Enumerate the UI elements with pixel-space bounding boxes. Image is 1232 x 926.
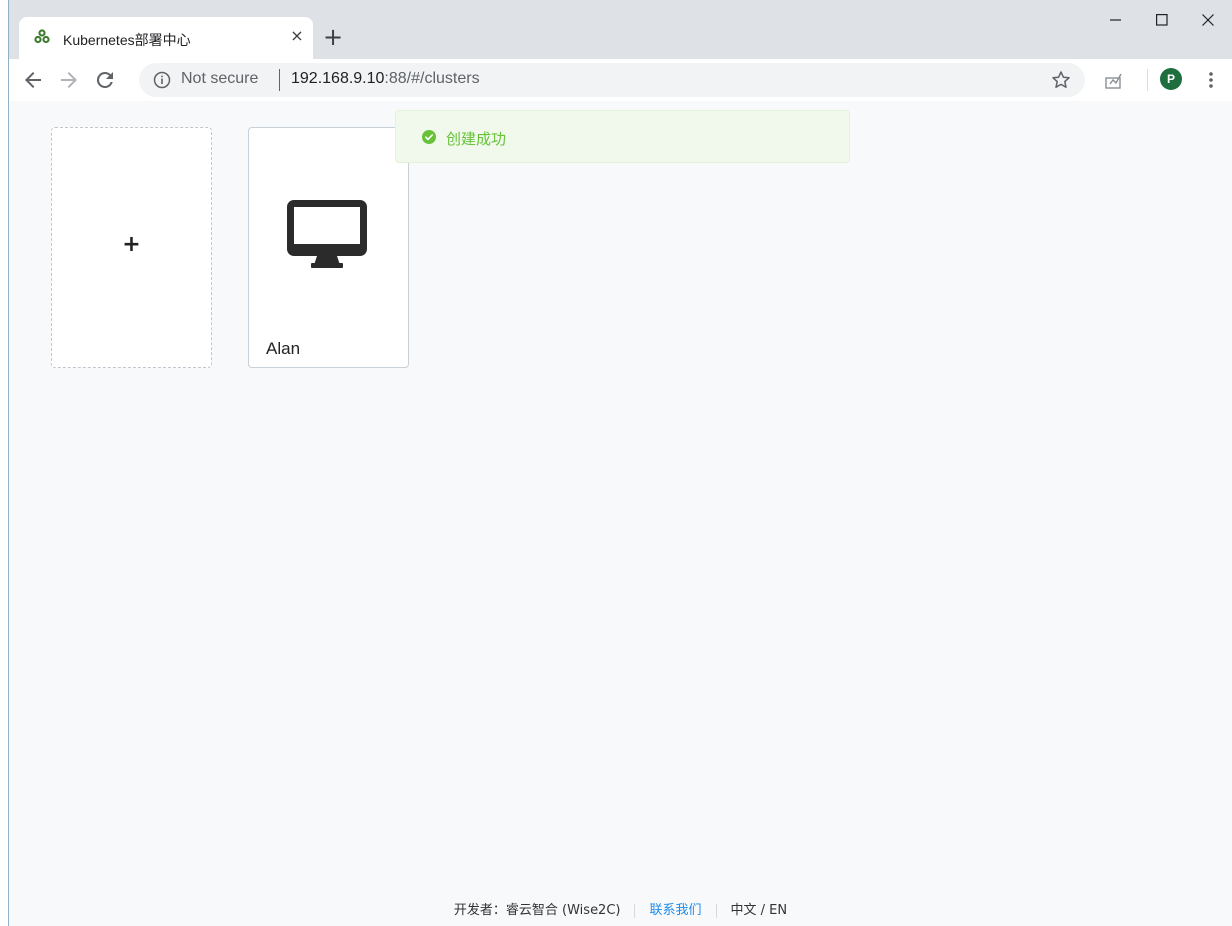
new-tab-button[interactable]: + [321, 25, 345, 50]
reload-icon[interactable] [93, 68, 117, 92]
language-switch[interactable]: 中文 / EN [731, 903, 788, 918]
page-content: + Alan 创建成功 开发者：睿云智合 (Wise2C) 联系我们 中文 / EN [9, 101, 1232, 926]
info-icon[interactable] [153, 71, 171, 89]
browser-tab[interactable]: Kubernetes部署中心 × [19, 17, 313, 59]
profile-avatar[interactable]: P [1160, 68, 1182, 90]
toast-message: 创建成功 [446, 130, 507, 148]
maximize-button[interactable] [1140, 0, 1186, 40]
monitor-icon [287, 200, 367, 268]
minimize-button[interactable] [1094, 0, 1140, 40]
omnibox-divider [279, 69, 280, 91]
footer-developer: 开发者：睿云智合 (Wise2C) [453, 903, 621, 918]
cluster-name: Alan [266, 339, 301, 358]
tab-title: Kubernetes部署中心 [63, 32, 191, 48]
tab-strip: Kubernetes部署中心 × + [9, 0, 1232, 59]
kubernetes-favicon-icon [34, 29, 50, 44]
close-window-button[interactable] [1186, 0, 1232, 40]
desktop-edge [0, 0, 8, 926]
tab-close-icon[interactable]: × [287, 26, 307, 46]
success-toast: 创建成功 [395, 110, 850, 163]
maximize-icon [1156, 14, 1168, 26]
url-path: :88/#/clusters [384, 70, 480, 87]
bookmark-star-icon[interactable] [1051, 70, 1071, 90]
close-icon [1202, 14, 1214, 26]
address-bar[interactable]: Not secure 192.168.9.10:88/#/clusters [139, 63, 1085, 97]
more-menu-icon[interactable] [1205, 68, 1217, 92]
extension-icon[interactable] [1103, 68, 1127, 92]
add-cluster-card[interactable]: + [51, 127, 212, 368]
url-text[interactable]: 192.168.9.10:88/#/clusters [291, 70, 480, 88]
contact-us-link[interactable]: 联系我们 [649, 903, 701, 918]
security-label[interactable]: Not secure [181, 70, 258, 88]
page-footer: 开发者：睿云智合 (Wise2C) 联系我们 中文 / EN [9, 899, 1232, 918]
toolbar-divider [1147, 69, 1148, 91]
url-host: 192.168.9.10 [291, 70, 385, 87]
forward-arrow-icon[interactable] [57, 68, 81, 92]
add-icon: + [122, 232, 141, 257]
minimize-icon [1110, 19, 1121, 21]
success-check-icon [422, 130, 436, 144]
back-arrow-icon[interactable] [21, 68, 45, 92]
window-controls [1094, 0, 1232, 40]
footer-divider [634, 903, 636, 918]
browser-toolbar: Not secure 192.168.9.10:88/#/clusters P [9, 59, 1232, 101]
footer-divider [715, 903, 717, 918]
cluster-card[interactable]: Alan [248, 127, 409, 368]
